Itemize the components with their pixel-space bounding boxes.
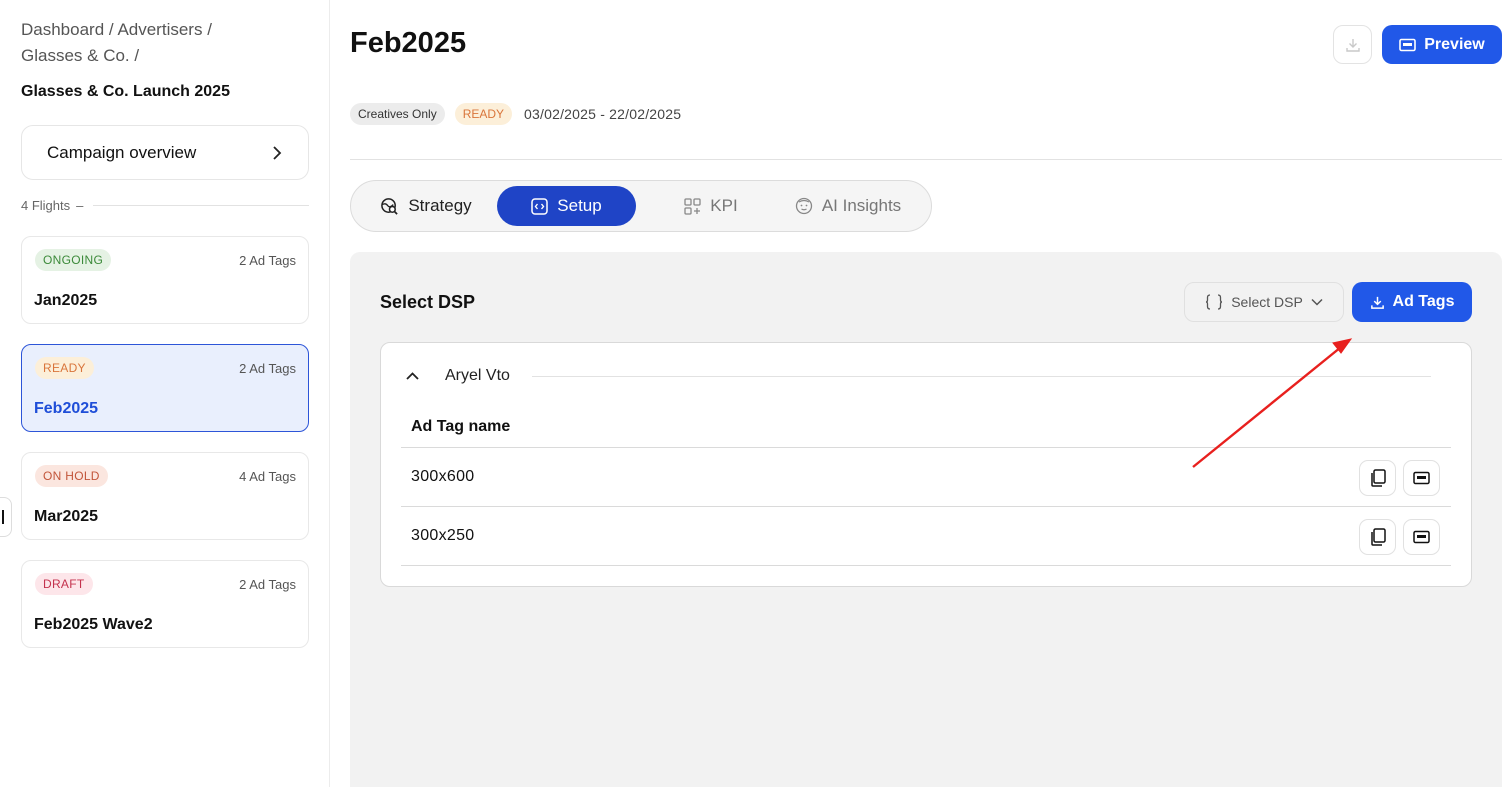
preview-icon <box>1413 471 1430 485</box>
download-button[interactable] <box>1333 25 1372 64</box>
table-row: 300x250 <box>401 506 1451 565</box>
chevron-down-icon <box>1311 298 1323 306</box>
breadcrumb-separator: / <box>108 20 114 39</box>
braces-icon <box>1206 294 1223 310</box>
ad-tags-download-button[interactable]: Ad Tags <box>1352 282 1472 322</box>
preview-label: Preview <box>1424 35 1485 53</box>
flight-name: Feb2025 Wave2 <box>34 616 153 633</box>
flight-card-mar2025[interactable]: ON HOLD 4 Ad Tags Mar2025 <box>21 452 309 540</box>
divider <box>531 375 1431 377</box>
flight-card-feb2025-wave2[interactable]: DRAFT 2 Ad Tags Feb2025 Wave2 <box>21 560 309 648</box>
breadcrumb-advertiser[interactable]: Glasses & Co. <box>21 46 130 65</box>
divider <box>401 565 1451 566</box>
preview-icon <box>1413 530 1430 544</box>
preview-tag-button[interactable] <box>1403 519 1440 555</box>
sidebar-toggle-handle[interactable] <box>0 497 12 537</box>
preview-button[interactable]: Preview <box>1382 25 1502 64</box>
panel-title: Select DSP <box>380 292 476 312</box>
ad-tags-count: 2 Ad Tags <box>239 361 296 376</box>
flights-count: 4 Flights <box>21 198 71 213</box>
page-title: Feb2025 <box>350 27 467 59</box>
table-row: 300x600 <box>401 447 1451 506</box>
campaign-overview-label: Campaign overview <box>47 142 197 162</box>
tab-strategy[interactable]: Strategy <box>371 186 481 226</box>
breadcrumb-separator: / <box>134 46 140 65</box>
flights-header: 4 Flights – <box>21 198 309 213</box>
group-header[interactable]: Aryel Vto <box>405 363 1431 389</box>
breadcrumb: Dashboard / Advertisers / Glasses & Co. … <box>21 17 281 69</box>
breadcrumb-dashboard[interactable]: Dashboard <box>21 20 104 39</box>
copy-button[interactable] <box>1359 519 1396 555</box>
collapse-flights-toggle[interactable]: – <box>76 198 83 213</box>
status-badge: READY <box>35 357 94 379</box>
dsp-group-card: Aryel Vto Ad Tag name 300x600 300x250 <box>380 342 1472 587</box>
download-icon <box>1345 38 1360 52</box>
ad-tags-count: 2 Ad Tags <box>239 253 296 268</box>
flight-name: Jan2025 <box>34 292 98 309</box>
copy-icon <box>1370 528 1386 546</box>
breadcrumb-separator: / <box>207 20 212 39</box>
tab-label: Strategy <box>408 196 472 215</box>
flight-name: Mar2025 <box>34 508 99 525</box>
globe-search-icon <box>381 197 399 215</box>
status-badge: READY <box>454 103 513 125</box>
column-header: Ad Tag name <box>411 418 511 435</box>
flight-card-feb2025[interactable]: READY 2 Ad Tags Feb2025 <box>21 344 309 432</box>
flight-card-jan2025[interactable]: ONGOING 2 Ad Tags Jan2025 <box>21 236 309 324</box>
tab-label: Setup <box>557 196 602 215</box>
preview-icon <box>1399 38 1417 51</box>
grid-plus-icon <box>684 197 701 215</box>
campaign-title: Glasses & Co. Launch 2025 <box>21 83 230 100</box>
tab-label: AI Insights <box>821 196 902 215</box>
face-icon <box>795 197 812 215</box>
date-range: 03/02/2025 - 22/02/2025 <box>524 106 682 122</box>
download-icon <box>1370 296 1384 309</box>
group-name: Aryel Vto <box>445 367 510 384</box>
status-badge: ON HOLD <box>35 465 108 487</box>
chevron-right-icon <box>273 145 282 160</box>
dsp-select-placeholder: Select DSP <box>1231 294 1303 310</box>
flight-name: Feb2025 <box>34 400 99 417</box>
ad-tags-count: 4 Ad Tags <box>239 469 296 484</box>
tab-kpi[interactable]: KPI <box>671 186 751 226</box>
code-square-icon <box>531 197 549 215</box>
tab-ai-insights[interactable]: AI Insights <box>783 186 913 226</box>
dsp-panel: Select DSP Select DSP Ad Tags Aryel Vto <box>350 252 1502 787</box>
tab-label: KPI <box>710 196 738 215</box>
chevron-up-icon[interactable] <box>405 371 445 381</box>
status-badge: DRAFT <box>35 573 93 595</box>
ad-tag-name: 300x250 <box>411 527 475 544</box>
main-content: Feb2025 Preview Creatives Only READY 03/… <box>350 0 1502 787</box>
tab-setup[interactable]: Setup <box>497 186 636 226</box>
type-chip: Creatives Only <box>350 103 445 125</box>
preview-tag-button[interactable] <box>1403 460 1440 496</box>
campaign-overview-button[interactable]: Campaign overview <box>21 125 309 180</box>
sidebar: Dashboard / Advertisers / Glasses & Co. … <box>0 0 330 787</box>
divider <box>93 205 309 206</box>
header-divider <box>350 159 1502 160</box>
copy-icon <box>1370 469 1386 487</box>
flight-meta: Creatives Only READY 03/02/2025 - 22/02/… <box>350 103 681 125</box>
status-badge: ONGOING <box>35 249 112 271</box>
ad-tags-label: Ad Tags <box>1392 293 1455 310</box>
tab-bar: Strategy Setup KPI AI Insights <box>350 180 932 232</box>
ad-tag-name: 300x600 <box>411 468 475 485</box>
dsp-select[interactable]: Select DSP <box>1184 282 1344 322</box>
ad-tags-count: 2 Ad Tags <box>239 577 296 592</box>
copy-button[interactable] <box>1359 460 1396 496</box>
breadcrumb-advertisers[interactable]: Advertisers <box>117 20 202 39</box>
